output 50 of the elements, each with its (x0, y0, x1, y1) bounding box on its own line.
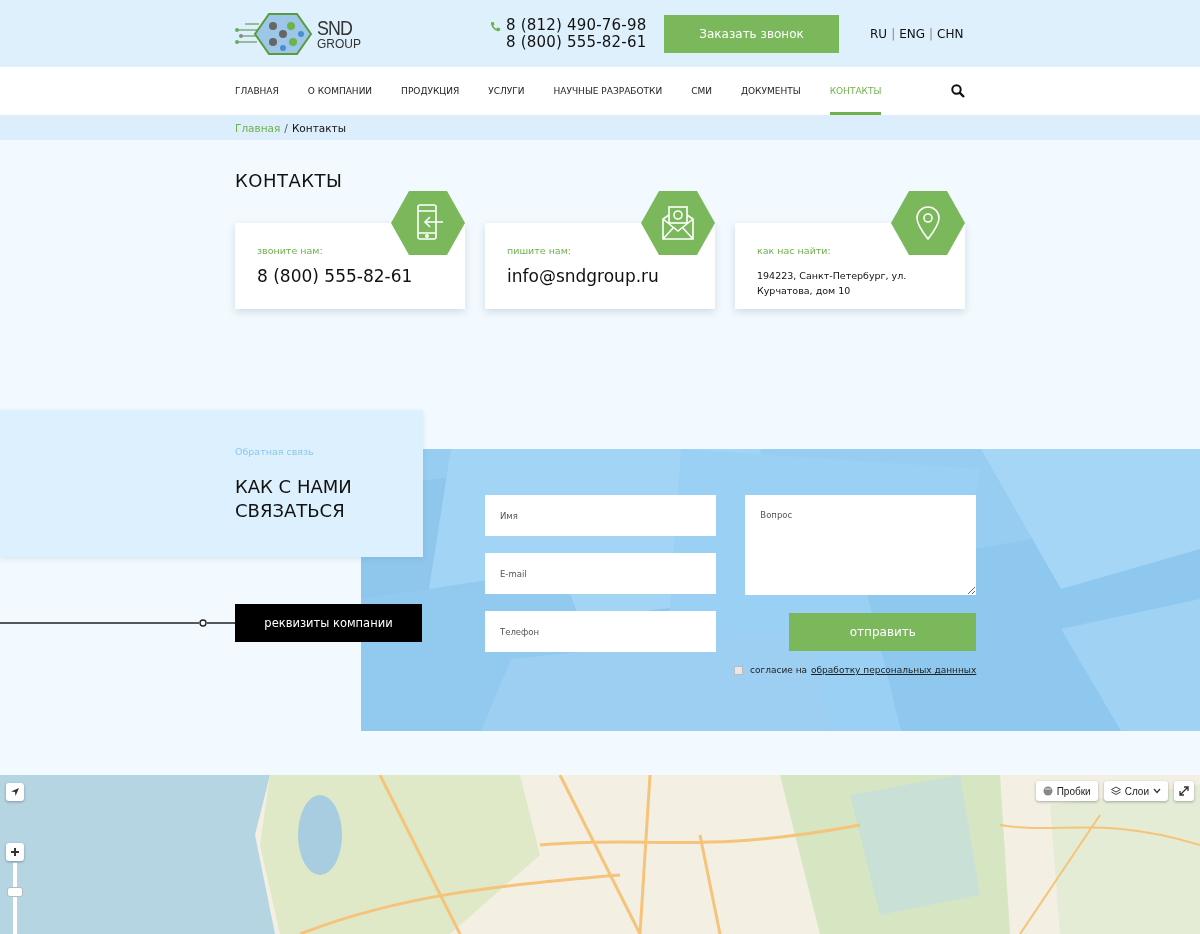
question-field[interactable]: Вопрос (745, 495, 977, 595)
language-link[interactable]: CHN (937, 26, 964, 41)
input-field[interactable]: Имя (485, 495, 716, 536)
language-link[interactable]: RU (870, 26, 888, 41)
company-details-button[interactable]: реквизиты компании (235, 604, 422, 642)
slider-thumb[interactable] (8, 888, 22, 897)
layers-icon (1110, 786, 1121, 796)
card-label: звоните нам: (257, 245, 323, 256)
consent-text: согласие на (750, 665, 808, 675)
page-title: КОНТАКТЫ (235, 169, 344, 191)
phone-number[interactable]: 8 (800) 555-82-61 (257, 266, 413, 286)
logo-text: SND (317, 17, 354, 38)
consent-checkbox[interactable] (734, 665, 743, 675)
section-title: КАК С НАМИ СВЯЗАТЬСЯ (235, 475, 353, 523)
traffic-icon (1042, 786, 1053, 796)
zoom-in-button[interactable] (6, 843, 24, 861)
nav-link[interactable]: НАУЧНЫЕ РАЗРАБОТКИ (553, 67, 663, 115)
traffic-button[interactable]: Пробки (1035, 781, 1098, 801)
language-separator: | (929, 26, 934, 41)
nav-link[interactable]: ДОКУМЕНТЫ (741, 67, 801, 115)
layers-button[interactable]: Слои (1103, 781, 1168, 801)
breadcrumb-current: Контакты (291, 121, 346, 134)
nav-link[interactable]: ПРОДУКЦИЯ (401, 67, 460, 115)
nav-link[interactable]: СМИ (691, 67, 712, 115)
caret-icon (1153, 788, 1161, 794)
expand-icon (1179, 786, 1189, 796)
nav-link[interactable]: О КОМПАНИИ (307, 67, 373, 115)
arrow-icon (10, 787, 20, 797)
locate-button[interactable] (6, 783, 24, 801)
nav-link[interactable]: ГЛАВНАЯ (235, 67, 279, 115)
logo-icon (235, 11, 315, 56)
email-address[interactable]: info@sndgroup.ru (507, 266, 659, 286)
plus-icon (10, 847, 20, 857)
logo-text: GROUP (317, 38, 361, 50)
section-eyebrow: Обратная связь (235, 446, 314, 457)
fullscreen-button[interactable] (1174, 781, 1194, 801)
search-icon[interactable] (951, 84, 965, 98)
input-field[interactable]: E-mail (485, 553, 716, 594)
nav-link[interactable]: УСЛУГИ (488, 67, 525, 115)
card-label: как нас найти: (757, 245, 831, 256)
language-separator: | (891, 26, 896, 41)
phone-icon (490, 20, 501, 32)
header-phone[interactable]: 8 (812) 490-76-98 (506, 16, 647, 34)
breadcrumb-separator: / (284, 121, 288, 134)
privacy-link[interactable]: обработку персональных даннных (811, 665, 977, 675)
input-field[interactable]: Телефон (485, 611, 716, 652)
header-phone[interactable]: 8 (800) 555-82-61 (506, 33, 647, 51)
card-label: пишите нам: (507, 245, 572, 256)
address-text: 194223, Санкт-Петербург, ул. Курчатова, дом 10 (757, 269, 908, 298)
language-link[interactable]: ENG (899, 26, 926, 41)
